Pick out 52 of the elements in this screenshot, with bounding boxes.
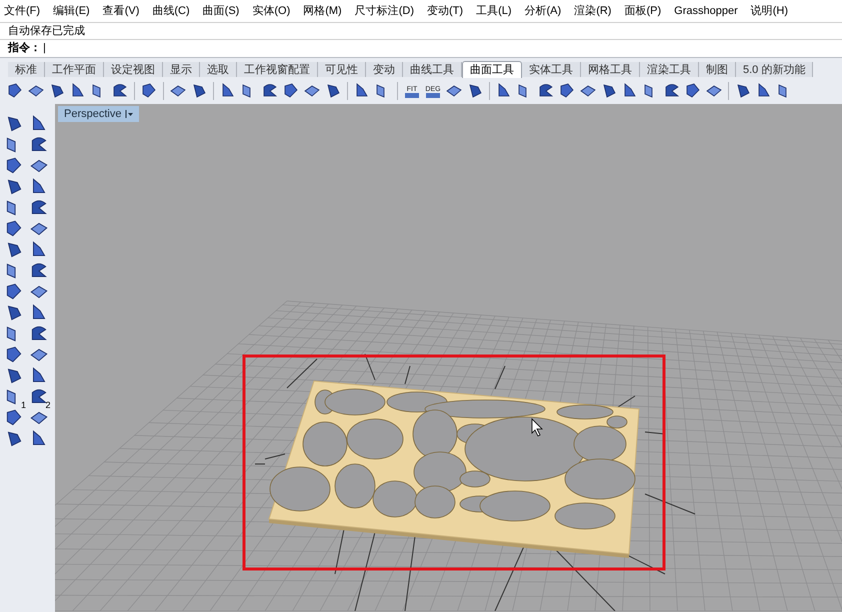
- toolbar-tab[interactable]: 工作视窗配置: [237, 62, 318, 77]
- toolbar-tab[interactable]: 显示: [163, 62, 200, 77]
- toolbar-tab[interactable]: 变动: [366, 62, 403, 77]
- toolbar-tab[interactable]: 渲染工具: [640, 62, 699, 77]
- surface-tool-icon[interactable]: [4, 156, 24, 176]
- surface-tool-icon[interactable]: [684, 82, 702, 100]
- menu-item[interactable]: 工具(L): [476, 2, 512, 20]
- surface-tool-icon[interactable]: [111, 82, 129, 100]
- surface-tool-icon[interactable]: [4, 282, 24, 302]
- mouse-pointer-icon: [532, 418, 543, 437]
- menu-item[interactable]: 编辑(E): [53, 2, 90, 20]
- toolbar-tab[interactable]: 网格工具: [581, 62, 640, 77]
- toolbar-tab[interactable]: 可见性: [318, 62, 366, 77]
- menu-item[interactable]: 渲染(R): [574, 2, 612, 20]
- toolbar-tab[interactable]: 制图: [699, 62, 736, 77]
- toolbar-tab[interactable]: 选取: [200, 62, 237, 77]
- toolbar-tab[interactable]: 实体工具: [522, 62, 581, 77]
- surface-tool-icon[interactable]: [6, 82, 24, 100]
- menu-item[interactable]: 变动(T): [427, 2, 464, 20]
- menu-item[interactable]: 说明(H): [750, 2, 788, 20]
- menu-item[interactable]: Grasshopper: [674, 2, 738, 20]
- subscript-label: 2: [45, 401, 50, 410]
- toolbar-tab[interactable]: 工作平面: [45, 62, 104, 77]
- menu-item[interactable]: 分析(A): [524, 2, 562, 20]
- menu-item[interactable]: 查看(V): [102, 2, 140, 20]
- menu-item[interactable]: 网格(M): [303, 2, 342, 20]
- toolbar-tab[interactable]: 标准: [8, 62, 45, 77]
- menu-item[interactable]: 尺寸标注(D): [354, 2, 414, 20]
- command-label: 指令：: [8, 40, 41, 56]
- surface-tool-icon[interactable]: [663, 82, 681, 100]
- toolbar-tab[interactable]: 曲面工具: [462, 61, 522, 78]
- menu-item[interactable]: 曲线(C): [152, 2, 190, 20]
- toolbar-tab[interactable]: 曲线工具: [403, 62, 462, 77]
- menu-item[interactable]: 面板(P): [624, 2, 662, 20]
- surface-tool-icon[interactable]: [261, 82, 279, 100]
- subscript-label: 1: [20, 401, 26, 410]
- surface-tool-icon[interactable]: [282, 82, 300, 100]
- surface-tool-icon[interactable]: [4, 408, 24, 428]
- surface-tool-icon[interactable]: [140, 82, 158, 100]
- toolbar-tab[interactable]: 设定视图: [104, 62, 163, 77]
- command-input[interactable]: |: [43, 40, 834, 57]
- surface-tool-icon[interactable]: [558, 82, 576, 100]
- menu-item[interactable]: 曲面(S): [202, 2, 240, 20]
- surface-tool-icon[interactable]: [537, 82, 555, 100]
- viewport-tab[interactable]: Perspective: [58, 106, 140, 122]
- surface-tool-icon[interactable]: [4, 345, 24, 365]
- toolbar-tab[interactable]: 5.0 的新功能: [736, 62, 814, 77]
- menu-item[interactable]: 文件(F): [4, 2, 40, 20]
- surface-tool-icon[interactable]: [4, 219, 24, 239]
- status-message: 自动保存已完成: [8, 24, 85, 39]
- dropdown-caret-icon[interactable]: [125, 109, 134, 119]
- menu-item[interactable]: 实体(O): [252, 2, 290, 20]
